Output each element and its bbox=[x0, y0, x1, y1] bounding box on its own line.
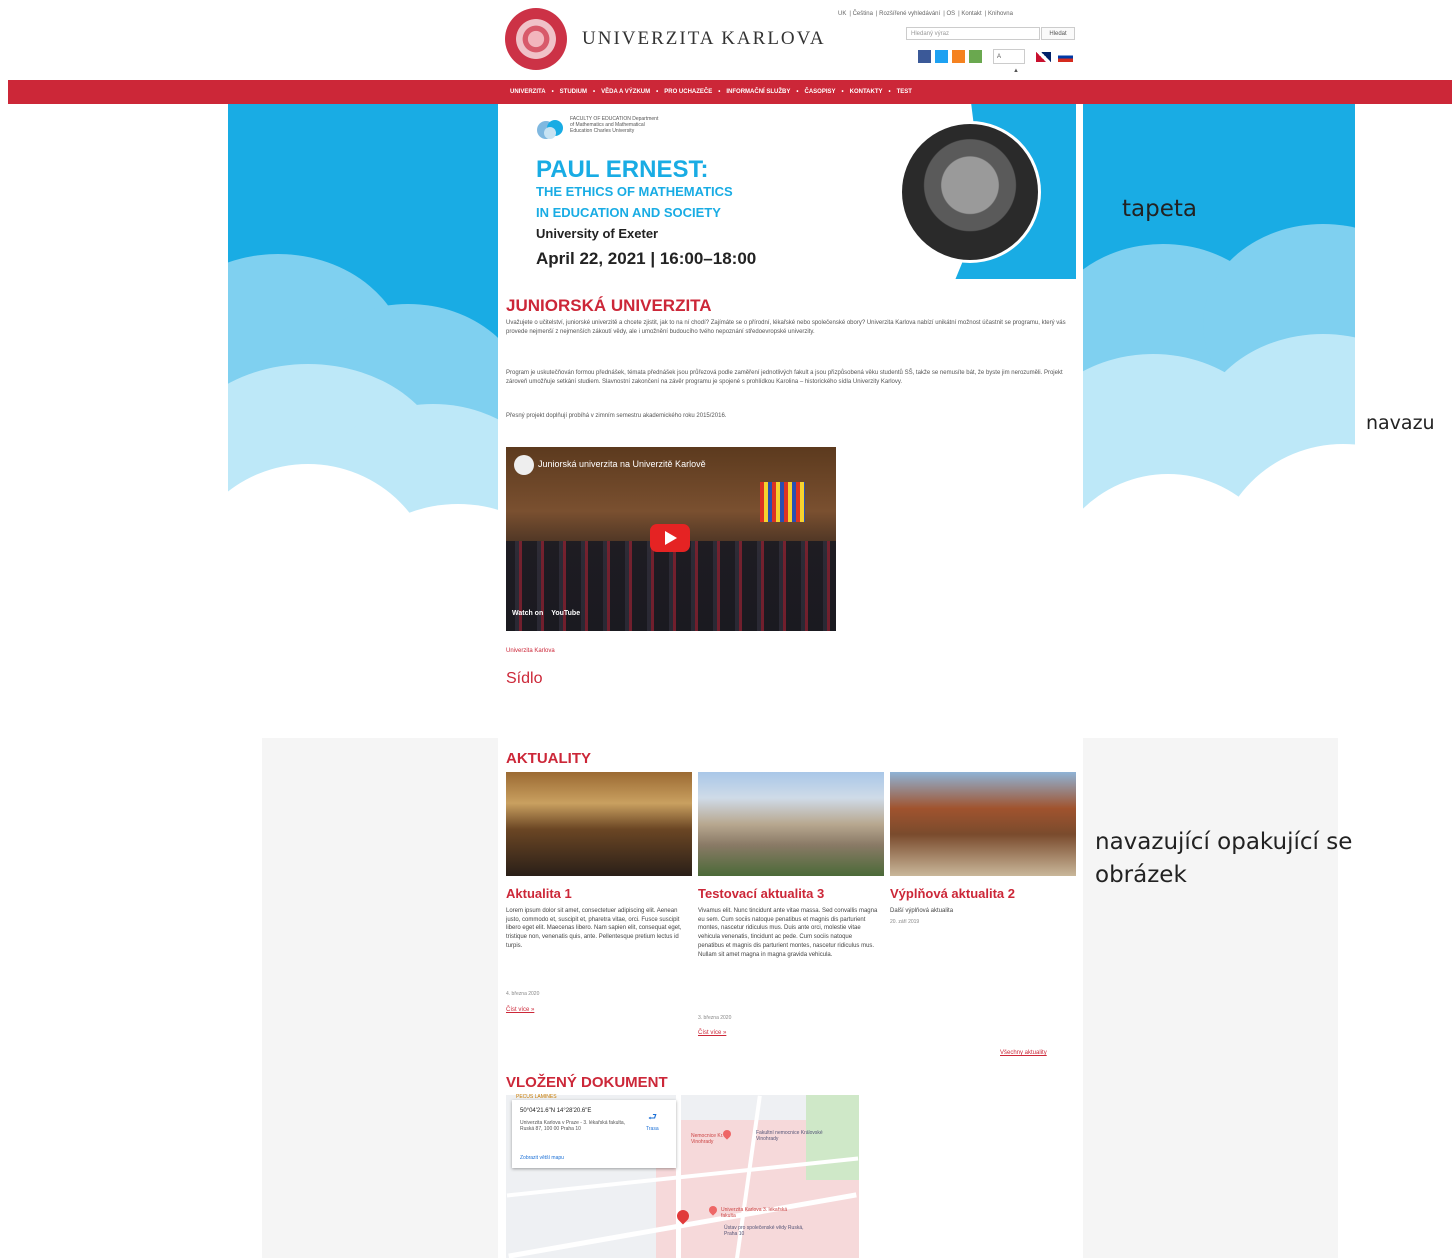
top-link-lang[interactable]: Čeština bbox=[853, 11, 873, 17]
map-place-3: Univerzita Karlova 3. lékařská fakulta bbox=[721, 1207, 788, 1219]
wallpaper-left bbox=[228, 104, 498, 664]
map-coordinates: 50°04'21.6"N 14°28'20.6"E bbox=[520, 1108, 592, 1114]
top-link-os[interactable]: OS bbox=[946, 11, 955, 17]
top-link-contact[interactable]: Kontakt bbox=[961, 11, 981, 17]
channel-avatar[interactable] bbox=[514, 455, 534, 475]
news-read-more-1[interactable]: Číst více » bbox=[506, 1007, 534, 1013]
junior-paragraph-1: Uvažujete o učitelství, juniorské univer… bbox=[506, 320, 1066, 335]
junior-heading: JUNIORSKÁ UNIVERZITA bbox=[506, 296, 712, 315]
play-icon bbox=[665, 531, 677, 545]
news-heading: AKTUALITY bbox=[506, 750, 591, 767]
search-input[interactable]: Hledaný výraz bbox=[906, 27, 1040, 40]
map-larger-link[interactable]: Zobrazit větší mapu bbox=[520, 1155, 564, 1161]
video-title[interactable]: Juniorská univerzita na Univerzitě Karlo… bbox=[538, 459, 706, 469]
nav-separator: • bbox=[841, 89, 844, 95]
russian-flag-icon[interactable] bbox=[1058, 52, 1073, 62]
nav-item-veda[interactable]: VĚDA A VÝZKUM bbox=[601, 89, 650, 95]
nav-separator: • bbox=[656, 89, 659, 95]
english-flag-icon[interactable] bbox=[1036, 52, 1051, 62]
nav-separator: • bbox=[593, 89, 596, 95]
annotation-wallpaper: tapeta bbox=[1122, 196, 1197, 222]
directions-label[interactable]: Trasa bbox=[646, 1126, 659, 1132]
annotation-right-cut: navazu bbox=[1366, 412, 1435, 434]
speaker-portrait bbox=[899, 121, 1041, 263]
news-text-2: Vivamus elit. Nunc tincidunt ante vitae … bbox=[698, 908, 878, 958]
nav-item-kontakty[interactable]: KONTAKTY bbox=[850, 89, 883, 95]
nav-item-uchazece[interactable]: PRO UCHAZEČE bbox=[664, 89, 712, 95]
news-title-2[interactable]: Testovací aktualita 3 bbox=[698, 886, 824, 901]
banner-subtitle: THE ETHICS OF MATHEMATICS IN EDUCATION A… bbox=[536, 181, 733, 223]
font-size-select[interactable]: A bbox=[993, 49, 1025, 64]
news-date-1: 4. března 2020 bbox=[506, 991, 540, 997]
faculty-logo-text: FACULTY OF EDUCATION Department of Mathe… bbox=[570, 116, 659, 134]
banner-university: University of Exeter bbox=[536, 226, 659, 241]
rss-icon[interactable] bbox=[952, 50, 965, 63]
nav-item-test[interactable]: TEST bbox=[897, 89, 912, 95]
map-address: Univerzita Karlova v Praze - 3. lékařská… bbox=[520, 1120, 626, 1132]
all-news-link[interactable]: Všechny aktuality bbox=[1000, 1050, 1047, 1056]
brand-title[interactable]: UNIVERZITA KARLOVA bbox=[582, 28, 826, 50]
junior-paragraph-2: Program je uskutečňován formou přednášek… bbox=[506, 370, 1063, 385]
flags-decoration bbox=[760, 482, 805, 522]
twitter-icon[interactable] bbox=[935, 50, 948, 63]
nav-item-univerzita[interactable]: UNIVERZITA bbox=[510, 89, 546, 95]
news-text-3: Další výplňová aktualita bbox=[890, 908, 954, 914]
directions-icon[interactable]: ⮐ bbox=[648, 1110, 657, 1127]
repeating-pattern-left bbox=[262, 738, 498, 1258]
wallpaper-right bbox=[1083, 104, 1355, 664]
nav-separator: • bbox=[888, 89, 891, 95]
facebook-icon[interactable] bbox=[918, 50, 931, 63]
chevron-down-icon: ▲ bbox=[1013, 68, 1019, 74]
annotation-repeating-image: navazující opakující se obrázek bbox=[1095, 829, 1353, 888]
university-seal-logo[interactable] bbox=[505, 8, 567, 70]
map-info-card: 50°04'21.6"N 14°28'20.6"E Univerzita Kar… bbox=[512, 1100, 676, 1168]
banner-subtitle-line2: IN EDUCATION AND SOCIETY bbox=[536, 205, 721, 220]
banner-subtitle-line1: THE ETHICS OF MATHEMATICS bbox=[536, 184, 733, 199]
main-navigation: UNIVERZITA • STUDIUM • VĚDA A VÝZKUM • PRO … bbox=[8, 80, 1452, 104]
news-read-more-2[interactable]: Číst více » bbox=[698, 1030, 726, 1036]
search-button[interactable]: Hledat bbox=[1041, 27, 1075, 40]
nav-item-studium[interactable]: STUDIUM bbox=[560, 89, 587, 95]
news-image-2[interactable] bbox=[698, 772, 884, 876]
nav-item-casopisy[interactable]: ČASOPISY bbox=[804, 89, 835, 95]
share-icon[interactable] bbox=[969, 50, 982, 63]
map-place-2: Fakultní nemocnice Královské Vinohrady bbox=[756, 1130, 823, 1142]
map-place-4: Ústav pro společenské vědy Ruská, Praha … bbox=[724, 1225, 804, 1237]
map-place-1: Nemocnice Kr. Vinohrady bbox=[691, 1133, 724, 1145]
repeating-pattern-right bbox=[1083, 738, 1338, 1258]
nav-separator: • bbox=[551, 89, 554, 95]
nav-separator: • bbox=[796, 89, 799, 95]
banner-title: PAUL ERNEST: bbox=[536, 156, 709, 183]
faculty-logo-icon bbox=[537, 120, 563, 139]
document-heading: VLOŽENÝ DOKUMENT bbox=[506, 1074, 668, 1091]
news-text-1: Lorem ipsum dolor sit amet, consectetuer… bbox=[506, 908, 682, 949]
youtube-logo: YouTube bbox=[551, 610, 581, 617]
news-title-1[interactable]: Aktualita 1 bbox=[506, 886, 572, 901]
location-title: Sídlo bbox=[506, 670, 543, 687]
banner-date: April 22, 2021 | 16:00–18:00 bbox=[536, 249, 757, 268]
news-title-3[interactable]: Výplňová aktualita 2 bbox=[890, 886, 1015, 901]
news-date-2: 3. března 2020 bbox=[698, 1015, 732, 1021]
watch-on-youtube[interactable]: Watch on YouTube bbox=[512, 610, 580, 617]
news-date-3: 20. září 2019 bbox=[890, 919, 920, 925]
nav-separator: • bbox=[718, 89, 721, 95]
junior-paragraph-3: Přesný projekt doplňují probíhá v zimním… bbox=[506, 413, 727, 419]
top-links: UK | Čeština | Rozšířené vyhledávání | OS | … bbox=[838, 11, 1013, 17]
news-image-1[interactable] bbox=[506, 772, 692, 876]
top-link-advanced-search[interactable]: Rozšířené vyhledávání bbox=[879, 11, 940, 17]
nav-item-sluzby[interactable]: INFORMAČNÍ SLUŽBY bbox=[726, 89, 790, 95]
news-image-3[interactable] bbox=[890, 772, 1076, 876]
university-link[interactable]: Univerzita Karlova bbox=[506, 648, 555, 654]
watch-on-label: Watch on bbox=[512, 610, 544, 617]
top-link-library[interactable]: Knihovna bbox=[988, 11, 1013, 17]
top-link-uk[interactable]: UK bbox=[838, 11, 846, 17]
